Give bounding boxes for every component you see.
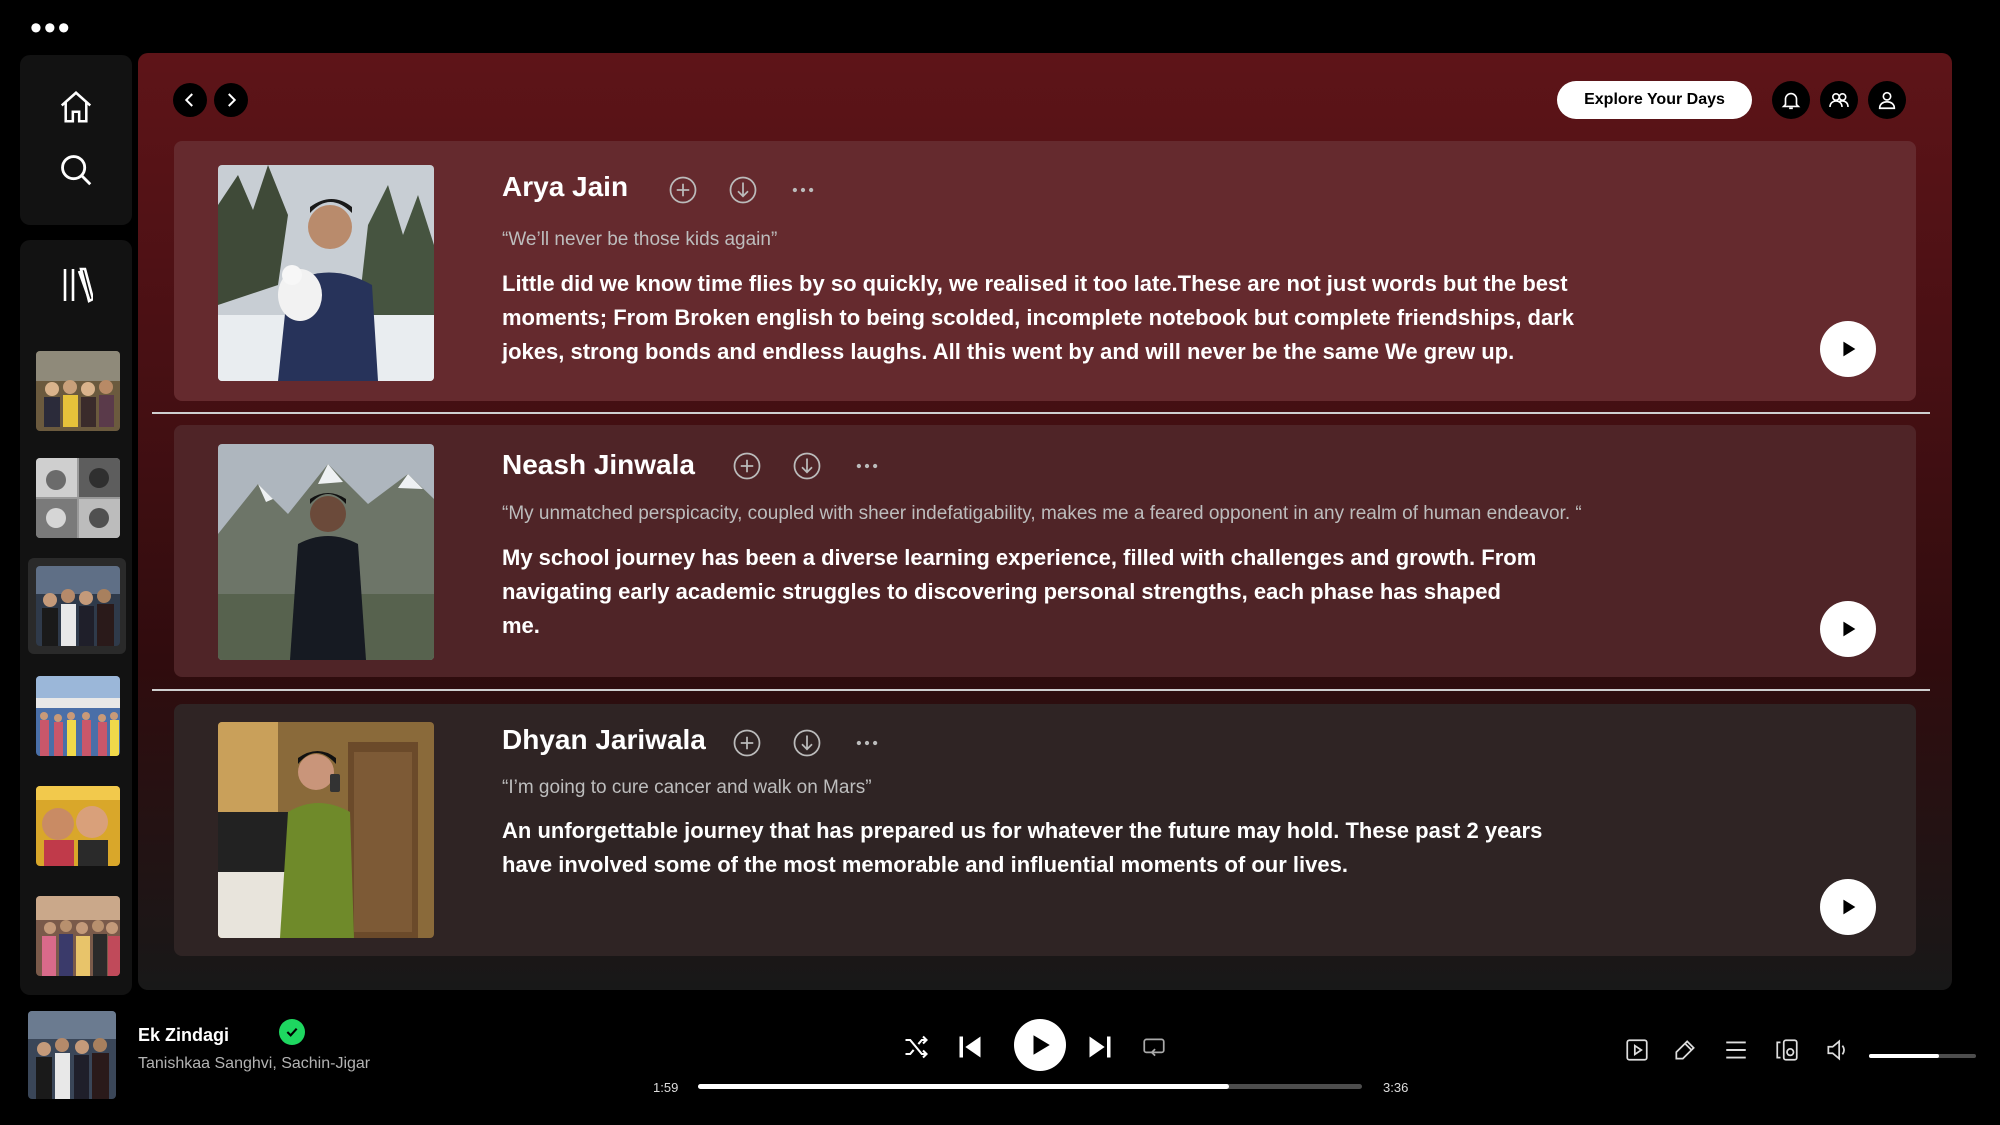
- next-icon[interactable]: [1082, 1029, 1118, 1065]
- volume-slider[interactable]: [1869, 1054, 1976, 1058]
- profile-card-2: Neash Jinwala “My unmatched perspicacity…: [174, 425, 1916, 677]
- check-circle-icon[interactable]: [279, 1019, 305, 1045]
- more-options-icon[interactable]: [788, 175, 818, 205]
- queue-icon[interactable]: [1721, 1035, 1751, 1065]
- home-icon[interactable]: [56, 87, 96, 127]
- card-name: Arya Jain: [502, 171, 629, 202]
- bell-icon[interactable]: [1772, 81, 1810, 119]
- repeat-icon[interactable]: [1136, 1029, 1172, 1065]
- shuffle-icon[interactable]: [898, 1029, 934, 1065]
- sidebar-nav: [20, 55, 132, 225]
- add-icon[interactable]: [668, 175, 698, 205]
- progress-fill: [698, 1084, 1230, 1089]
- download-icon[interactable]: [728, 175, 758, 205]
- card-actions: [668, 175, 818, 205]
- playlist-thumb-5[interactable]: [36, 786, 120, 866]
- track-title[interactable]: Ek Zindagi: [138, 1025, 229, 1046]
- card-body: An unforgettable journey that has prepar…: [502, 818, 1543, 877]
- divider: [152, 689, 1930, 691]
- profile-card-1: Arya Jain “We’ll never be those kids aga…: [174, 141, 1916, 401]
- volume-icon[interactable]: [1822, 1035, 1852, 1065]
- play-pause-button[interactable]: [1014, 1019, 1066, 1071]
- now-playing-artwork[interactable]: [28, 1011, 116, 1099]
- card-photo: [218, 722, 434, 938]
- playlist-thumb-3[interactable]: [36, 566, 120, 646]
- playlist-thumb-4[interactable]: [36, 676, 120, 756]
- now-playing-view-icon[interactable]: [1622, 1035, 1652, 1065]
- track-artist[interactable]: Tanishkaa Sanghvi, Sachin-Jigar: [138, 1055, 370, 1073]
- previous-icon[interactable]: [952, 1029, 988, 1065]
- playlist-thumb-1[interactable]: [36, 351, 120, 431]
- card-name: Dhyan Jariwala: [502, 724, 706, 755]
- card-body: My school journey has been a diverse lea…: [502, 545, 1537, 638]
- user-icon[interactable]: [1868, 81, 1906, 119]
- card-play-button[interactable]: [1820, 321, 1876, 377]
- main-content: Explore Your Days Arya Jain “We’ll never…: [138, 53, 1952, 990]
- more-options-icon[interactable]: [852, 728, 882, 758]
- elapsed-time: 1:59: [653, 1080, 679, 1095]
- search-icon[interactable]: [56, 150, 96, 190]
- card-body: Little did we know time flies by so quic…: [502, 271, 1575, 364]
- total-duration: 3:36: [1383, 1080, 1409, 1095]
- back-button[interactable]: [173, 83, 207, 117]
- menu-dots-icon[interactable]: •••: [30, 11, 72, 45]
- connect-device-icon[interactable]: [1772, 1035, 1802, 1065]
- library-icon[interactable]: [58, 265, 96, 305]
- friends-icon[interactable]: [1820, 81, 1858, 119]
- add-icon[interactable]: [732, 728, 762, 758]
- card-photo: [218, 165, 434, 381]
- card-play-button[interactable]: [1820, 601, 1876, 657]
- card-quote: “We’ll never be those kids again”: [502, 229, 778, 250]
- progress-bar[interactable]: [698, 1084, 1362, 1089]
- profile-card-3: Dhyan Jariwala “I’m going to cure cancer…: [174, 704, 1916, 956]
- lyrics-icon[interactable]: [1670, 1035, 1700, 1065]
- card-photo: [218, 444, 434, 660]
- forward-button[interactable]: [214, 83, 248, 117]
- now-playing-bar: Ek Zindagi Tanishkaa Sanghvi, Sachin-Jig…: [0, 995, 2000, 1125]
- divider: [152, 412, 1930, 414]
- playlist-thumb-6[interactable]: [36, 896, 120, 976]
- card-quote: “My unmatched perspicacity, coupled with…: [502, 503, 1582, 524]
- playlist-thumb-2[interactable]: [36, 458, 120, 538]
- card-play-button[interactable]: [1820, 879, 1876, 935]
- sidebar-library: [20, 240, 132, 995]
- explore-your-days-button[interactable]: Explore Your Days: [1557, 81, 1752, 119]
- more-options-icon[interactable]: [852, 451, 882, 481]
- add-icon[interactable]: [732, 451, 762, 481]
- card-quote: “I’m going to cure cancer and walk on Ma…: [502, 777, 872, 798]
- card-actions: [732, 451, 882, 481]
- volume-fill: [1869, 1054, 1939, 1058]
- download-icon[interactable]: [792, 451, 822, 481]
- card-actions: [732, 728, 882, 758]
- download-icon[interactable]: [792, 728, 822, 758]
- card-name: Neash Jinwala: [502, 449, 695, 480]
